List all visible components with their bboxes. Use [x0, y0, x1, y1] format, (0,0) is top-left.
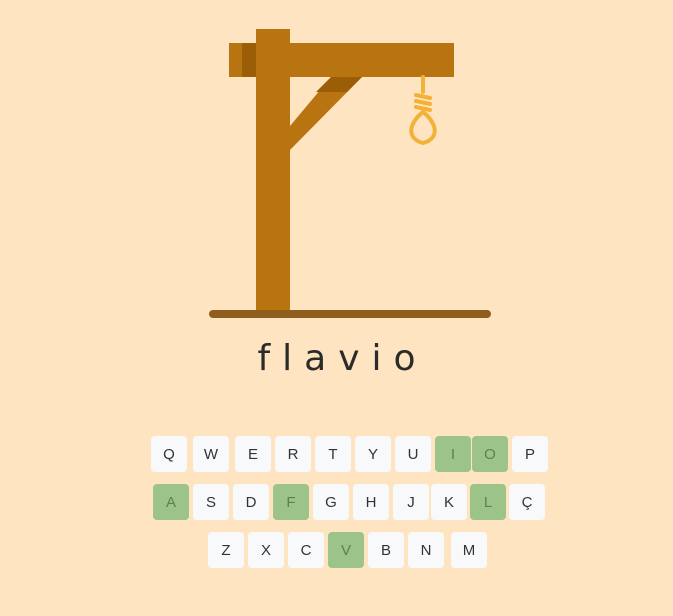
key-v[interactable]: V: [328, 532, 364, 568]
key-c-cedilla[interactable]: Ç: [509, 484, 545, 520]
key-p[interactable]: P: [512, 436, 548, 472]
key-k[interactable]: K: [431, 484, 467, 520]
gallows-beam-shadow: [242, 43, 258, 77]
gallows: [209, 29, 491, 318]
key-a[interactable]: A: [153, 484, 189, 520]
keyboard-row-1: Q W E R T Y U I O P: [0, 436, 673, 474]
key-y[interactable]: Y: [355, 436, 391, 472]
key-j[interactable]: J: [393, 484, 429, 520]
key-q[interactable]: Q: [151, 436, 187, 472]
keyboard-row-3: Z X C V B N M: [0, 532, 673, 570]
key-o[interactable]: O: [472, 436, 508, 472]
word-display: flavio: [257, 338, 428, 379]
key-r[interactable]: R: [275, 436, 311, 472]
key-g[interactable]: G: [313, 484, 349, 520]
key-c[interactable]: C: [288, 532, 324, 568]
key-d[interactable]: D: [233, 484, 269, 520]
gallows-brace-shadow: [316, 77, 362, 92]
noose-icon: [409, 75, 437, 146]
key-s[interactable]: S: [193, 484, 229, 520]
key-t[interactable]: T: [315, 436, 351, 472]
key-i[interactable]: I: [435, 436, 471, 472]
gallows-post: [256, 29, 290, 316]
key-z[interactable]: Z: [208, 532, 244, 568]
key-l[interactable]: L: [470, 484, 506, 520]
key-m[interactable]: M: [451, 532, 487, 568]
key-x[interactable]: X: [248, 532, 284, 568]
key-f[interactable]: F: [273, 484, 309, 520]
key-w[interactable]: W: [193, 436, 229, 472]
key-n[interactable]: N: [408, 532, 444, 568]
key-h[interactable]: H: [353, 484, 389, 520]
gallows-beam: [290, 43, 454, 77]
key-u[interactable]: U: [395, 436, 431, 472]
key-b[interactable]: B: [368, 532, 404, 568]
key-e[interactable]: E: [235, 436, 271, 472]
keyboard-row-2: A S D F G H J K L Ç: [0, 484, 673, 522]
